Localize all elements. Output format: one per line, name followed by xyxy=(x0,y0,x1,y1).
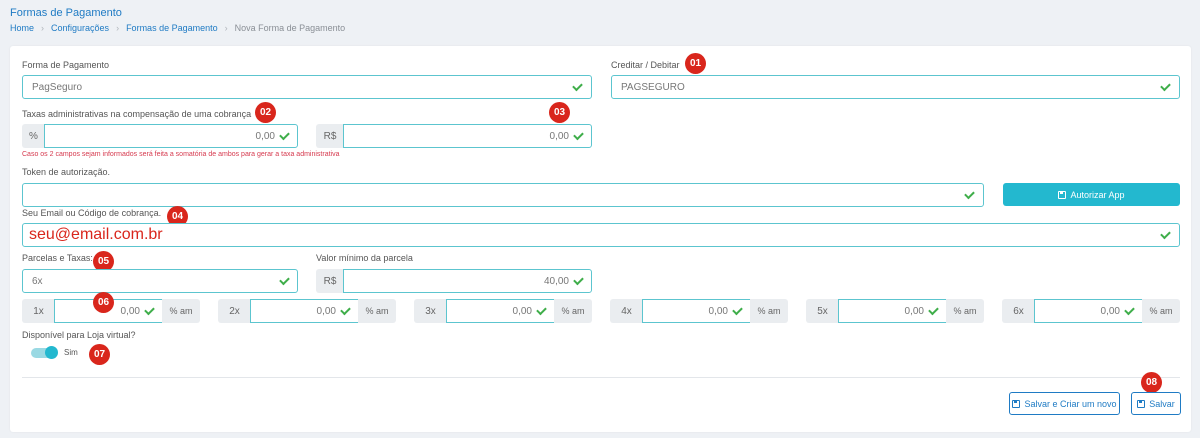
autorizar-app-button[interactable]: Autorizar App xyxy=(1003,183,1180,206)
creditar-debitar-value: PAGSEGURO xyxy=(621,82,685,93)
step-badge-01: 01 xyxy=(685,53,706,74)
toggle-text: Sim xyxy=(64,348,78,357)
breadcrumb: Home › Configurações › Formas de Pagamen… xyxy=(10,23,345,33)
installment-suffix: % am xyxy=(358,299,396,323)
installment-label-2x: 2x xyxy=(218,299,251,323)
installment-value: 0,00 xyxy=(316,306,336,317)
check-icon xyxy=(1160,80,1171,92)
save-label: Salvar xyxy=(1149,398,1175,409)
check-icon xyxy=(964,188,975,200)
parcelas-select[interactable]: 6x xyxy=(22,269,298,293)
check-icon xyxy=(536,304,547,316)
floppy-disk-icon xyxy=(1058,190,1067,199)
forma-pagamento-value: PagSeguro xyxy=(32,82,83,93)
check-icon xyxy=(1124,304,1135,316)
chevron-right-icon: › xyxy=(41,23,45,33)
check-icon xyxy=(928,304,939,316)
breadcrumb-current: Nova Forma de Pagamento xyxy=(234,23,346,33)
parcelas-label: Parcelas e Taxas: xyxy=(22,253,93,263)
creditar-label: Creditar / Debitar xyxy=(611,60,680,70)
check-icon xyxy=(144,304,155,316)
email-value: seu@email.com.br xyxy=(29,226,163,243)
forma-label: Forma de Pagamento xyxy=(22,60,110,70)
check-icon xyxy=(572,80,583,92)
taxa-reais-input[interactable]: 0,00 xyxy=(343,124,592,148)
taxa-reais-value: 0,00 xyxy=(549,131,569,142)
token-input[interactable] xyxy=(22,183,984,207)
breadcrumb-formas-pagamento[interactable]: Formas de Pagamento xyxy=(126,23,218,33)
check-icon xyxy=(340,304,351,316)
installment-label-1x: 1x xyxy=(22,299,55,323)
installment-value: 0,00 xyxy=(120,306,140,317)
taxas-hint: Caso os 2 campos sejam informados será f… xyxy=(22,151,340,158)
installment-suffix: % am xyxy=(554,299,592,323)
installment-suffix: % am xyxy=(162,299,200,323)
save-and-new-label: Salvar e Criar um novo xyxy=(1024,398,1117,409)
breadcrumb-configuracoes[interactable]: Configurações xyxy=(51,23,109,33)
email-input[interactable]: seu@email.com.br xyxy=(22,223,1180,247)
save-button[interactable]: Salvar xyxy=(1131,392,1181,415)
toggle-knob xyxy=(45,346,58,359)
check-icon xyxy=(573,129,584,141)
parcelas-value: 6x xyxy=(32,276,43,287)
currency-addon: R$ xyxy=(316,124,344,148)
chevron-right-icon: › xyxy=(224,23,228,33)
breadcrumb-home[interactable]: Home xyxy=(10,23,34,33)
check-icon xyxy=(573,274,584,286)
email-label: Seu Email ou Código de cobrança. xyxy=(22,208,162,218)
valor-minimo-label: Valor mínimo da parcela xyxy=(316,253,413,263)
installment-input-6x[interactable]: 0,00 xyxy=(1034,299,1143,323)
check-icon xyxy=(732,304,743,316)
taxa-percent-value: 0,00 xyxy=(255,131,275,142)
autorizar-app-label: Autorizar App xyxy=(1070,189,1125,200)
check-icon xyxy=(279,129,290,141)
token-label: Token de autorização. xyxy=(22,167,111,177)
check-icon xyxy=(279,274,290,286)
installment-label-5x: 5x xyxy=(806,299,839,323)
save-and-new-button[interactable]: Salvar e Criar um novo xyxy=(1009,392,1120,415)
installment-input-5x[interactable]: 0,00 xyxy=(838,299,947,323)
creditar-debitar-select[interactable]: PAGSEGURO xyxy=(611,75,1180,99)
floppy-disk-icon xyxy=(1137,399,1146,408)
loja-virtual-toggle[interactable] xyxy=(31,346,61,360)
page-title: Formas de Pagamento xyxy=(10,7,122,19)
installment-suffix: % am xyxy=(1142,299,1180,323)
forma-pagamento-input[interactable]: PagSeguro xyxy=(22,75,592,99)
installment-value: 0,00 xyxy=(708,306,728,317)
installment-value: 0,00 xyxy=(512,306,532,317)
step-badge-08: 08 xyxy=(1141,372,1162,393)
installment-label-4x: 4x xyxy=(610,299,643,323)
step-badge-03: 03 xyxy=(549,102,570,123)
check-icon xyxy=(1160,228,1171,240)
valor-minimo-input[interactable]: 40,00 xyxy=(343,269,592,293)
installment-input-4x[interactable]: 0,00 xyxy=(642,299,751,323)
loja-virtual-label: Disponível para Loja virtual? xyxy=(22,330,136,340)
currency-addon: R$ xyxy=(316,269,344,293)
installment-value: 0,00 xyxy=(1100,306,1120,317)
step-badge-02: 02 xyxy=(255,102,276,123)
installment-suffix: % am xyxy=(750,299,788,323)
installment-input-3x[interactable]: 0,00 xyxy=(446,299,555,323)
installment-label-6x: 6x xyxy=(1002,299,1035,323)
floppy-disk-icon xyxy=(1012,399,1021,408)
step-badge-06: 06 xyxy=(93,292,114,313)
installment-label-3x: 3x xyxy=(414,299,447,323)
taxa-percent-input[interactable]: 0,00 xyxy=(44,124,298,148)
step-badge-07: 07 xyxy=(89,344,110,365)
installment-value: 0,00 xyxy=(904,306,924,317)
percent-addon: % xyxy=(22,124,45,148)
divider xyxy=(22,377,1180,378)
chevron-right-icon: › xyxy=(116,23,120,33)
installment-input-2x[interactable]: 0,00 xyxy=(250,299,359,323)
installment-suffix: % am xyxy=(946,299,984,323)
valor-minimo-value: 40,00 xyxy=(543,276,569,287)
taxas-label: Taxas administrativas na compensação de … xyxy=(22,109,252,119)
